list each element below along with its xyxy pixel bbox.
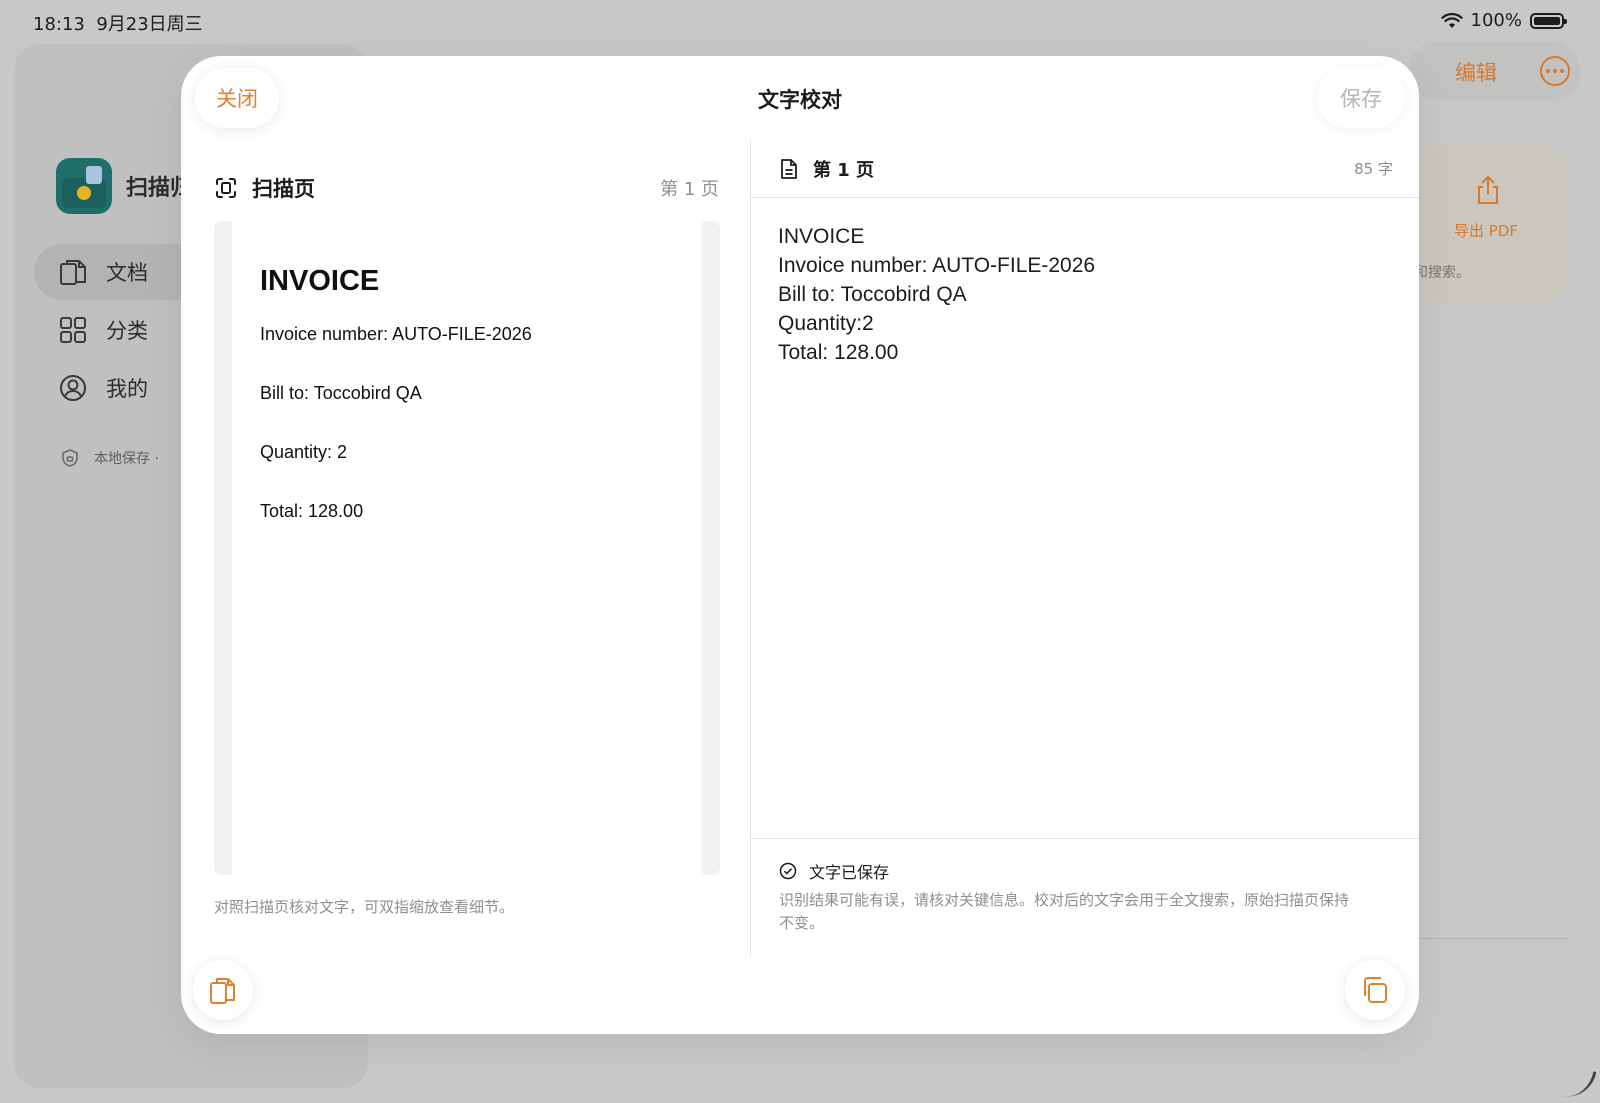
sheet-title: 文字校对 [758,88,842,112]
copy-text-button[interactable] [1345,960,1405,1020]
proofread-description: 识别结果可能有误，请核对关键信息。校对后的文字会用于全文搜索，原始扫描页保持不变… [779,891,1350,932]
ocr-text-line: INVOICE [778,225,865,248]
pages-button[interactable] [193,960,253,1020]
edit-button[interactable]: 编辑 [1455,57,1497,87]
export-pdf-button[interactable]: 导出 PDF [1454,220,1518,241]
background-app-header: 扫描归 [56,158,192,214]
ocr-text-line: Invoice number: AUTO-FILE-2026 [778,254,1096,277]
scan-page-image[interactable]: INVOICE Invoice number: AUTO-FILE-2026 B… [232,221,701,875]
document-icon [781,158,797,179]
divider [1414,938,1568,939]
checkmark-circle-icon [779,862,797,880]
saved-status: 文字已保存 [779,859,1393,883]
app-logo [56,158,112,214]
ocr-text-lines: INVOICE Invoice number: AUTO-FILE-2026 Bil… [778,222,1388,367]
status-time: 18:13 9月23日周三 [33,10,203,36]
wifi-icon [1440,12,1463,28]
scan-title: INVOICE [260,265,380,297]
scan-line: Invoice number: AUTO-FILE-2026 [260,324,532,344]
ocr-text-editor[interactable]: INVOICE Invoice number: AUTO-FILE-2026 Bil… [778,222,1388,822]
text-pane-header: 第 1 页 85 字 [751,140,1419,198]
local-note-text: 本地保存 · [94,451,159,467]
background-search-note: 和搜索。 [1414,265,1470,281]
scan-line: Bill to: Toccobird QA [260,383,422,403]
more-icon[interactable] [1540,56,1570,86]
ocr-text-line: Quantity:2 [778,312,874,335]
proofread-sheet: 关闭 文字校对 保存 扫描页 第 1 页 INVOICE Invoice num… [181,56,1419,1034]
person-icon [60,375,86,401]
text-pane-footer: 文字已保存 识别结果可能有误，请核对关键信息。校对后的文字会用于全文搜索，原始扫… [751,838,1419,956]
saved-label: 文字已保存 [809,863,890,882]
local-storage-note: 本地保存 · [60,448,159,468]
shield-icon [62,449,78,467]
battery-icon [1530,12,1567,29]
scan-line: Quantity: 2 [260,442,348,462]
date-text: 9月23日周三 [96,14,203,35]
time-text: 18:13 [33,14,85,35]
scan-icon [216,178,236,198]
share-icon [1478,175,1498,204]
sidebar-item-label: 我的 [106,377,148,401]
scan-hint: 对照扫描页核对文字，可双指缩放查看细节。 [214,898,515,916]
save-button[interactable]: 保存 [1317,68,1405,128]
sidebar-item-label: 文档 [106,261,148,285]
char-count: 85 字 [1354,160,1393,178]
copy-icon [1364,977,1387,1003]
ocr-text-line: Bill to: Toccobird QA [778,283,967,306]
documents-icon [60,260,86,285]
scan-pane-title: 扫描页 [252,177,315,201]
battery-percent: 100% [1470,10,1522,31]
text-pane-title: 第 1 页 [813,159,875,181]
scan-line: Total: 128.00 [260,501,364,521]
ocr-text-line: Total: 128.00 [778,341,899,364]
scan-pane-header: 扫描页 第 1 页 [214,170,719,206]
pane-divider [750,140,751,956]
grid-icon [60,317,86,343]
scan-page-label: 第 1 页 [660,179,719,200]
status-bar: 18:13 9月23日周三 100% [0,0,1600,42]
status-indicators: 100% [1440,10,1567,31]
documents-icon [210,978,235,1004]
resize-handle [1561,1066,1597,1102]
sidebar-item-label: 分类 [106,319,148,343]
